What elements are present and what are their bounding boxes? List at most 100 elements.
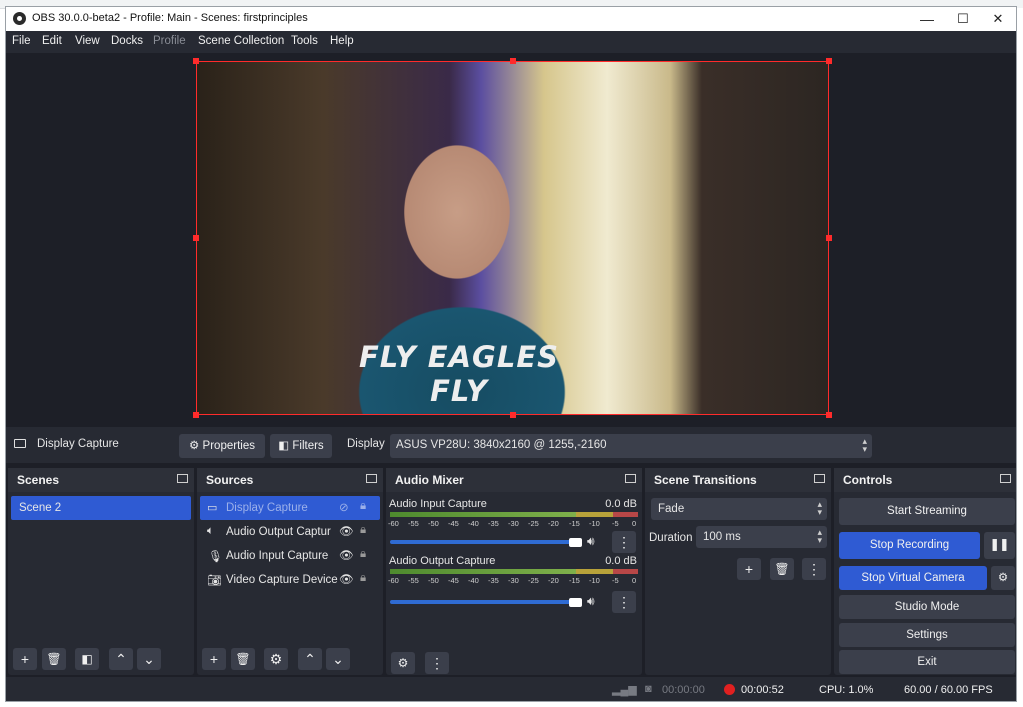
settings-button[interactable]: Settings <box>839 623 1015 647</box>
menu-tools[interactable]: Tools <box>291 35 318 47</box>
remove-transition-button[interactable]: 🗑 <box>770 558 794 580</box>
minimize-button[interactable]: — <box>910 7 944 31</box>
transition-menu-button[interactable]: ⋮ <box>802 558 826 580</box>
resize-handle-tl[interactable] <box>193 58 199 64</box>
remove-scene-button[interactable]: 🗑 <box>42 648 66 670</box>
duration-spinbox[interactable]: 100 ms ▴ ▾ <box>696 526 827 548</box>
controls-title: Controls <box>843 473 893 487</box>
undock-icon[interactable] <box>366 474 377 483</box>
mixer-channel-name: Audio Output Capture <box>389 555 496 567</box>
eye-hidden-icon[interactable]: ⊘ <box>339 500 349 514</box>
duration-value: 100 ms <box>703 531 741 543</box>
filters-button[interactable]: ◧ Filters <box>270 434 332 458</box>
menu-profile[interactable]: Profile <box>153 35 186 47</box>
resize-handle-r[interactable] <box>826 235 832 241</box>
obs-logo-icon <box>13 12 26 25</box>
lock-icon[interactable]: 🔒︎ <box>360 524 366 537</box>
remove-source-button[interactable]: 🗑 <box>231 648 255 670</box>
resize-handle-br[interactable] <box>826 412 832 418</box>
microphone-icon: 🎙︎ <box>208 551 223 563</box>
menu-file[interactable]: File <box>12 35 31 47</box>
display-label: Display <box>347 438 385 450</box>
lock-icon[interactable]: 🔒︎ <box>360 500 366 513</box>
stop-virtual-camera-button[interactable]: Stop Virtual Camera <box>839 566 987 590</box>
transition-select[interactable]: Fade ▴ ▾ <box>651 498 827 520</box>
volume-slider[interactable] <box>390 540 576 544</box>
window-title: OBS 30.0.0-beta2 - Profile: Main - Scene… <box>32 12 308 24</box>
preview-video-frame[interactable]: FLY EAGLES FLY <box>196 61 829 415</box>
stop-recording-button[interactable]: Stop Recording <box>839 532 980 559</box>
channel-menu-button[interactable]: ⋮ <box>612 591 636 613</box>
studio-mode-button[interactable]: Studio Mode <box>839 595 1015 619</box>
resize-handle-t[interactable] <box>510 58 516 64</box>
speaker-icon[interactable]: 🔊︎ <box>587 534 595 549</box>
volume-slider-knob[interactable] <box>569 538 582 547</box>
record-dot-icon <box>724 684 735 695</box>
add-source-button[interactable]: + <box>202 648 226 670</box>
speaker-icon[interactable]: 🔊︎ <box>587 594 595 609</box>
maximize-button[interactable]: ☐ <box>946 7 980 31</box>
lock-icon[interactable]: 🔒︎ <box>360 572 366 585</box>
source-item[interactable]: ▭ Display Capture ⊘ 🔒︎ <box>200 496 380 520</box>
move-source-down-button[interactable]: ⌄ <box>326 648 350 670</box>
undock-icon[interactable] <box>1000 474 1011 483</box>
stream-icon: ◙ <box>645 683 652 695</box>
eye-icon[interactable]: 👁︎ <box>339 524 354 538</box>
source-item-label: Audio Output Captur <box>226 526 331 538</box>
eye-icon[interactable]: 👁︎ <box>339 572 354 586</box>
undock-icon[interactable] <box>625 474 636 483</box>
move-source-up-button[interactable]: ⌃ <box>298 648 322 670</box>
menu-help[interactable]: Help <box>330 35 354 47</box>
lock-icon[interactable]: 🔒︎ <box>360 548 366 561</box>
undock-icon[interactable] <box>814 474 825 483</box>
add-scene-button[interactable]: + <box>13 648 37 670</box>
resize-handle-b[interactable] <box>510 412 516 418</box>
virtual-camera-settings-button[interactable]: ⚙ <box>991 566 1015 590</box>
menu-view[interactable]: View <box>75 35 100 47</box>
move-scene-up-button[interactable]: ⌃ <box>109 648 133 670</box>
add-transition-button[interactable]: + <box>737 558 761 580</box>
source-item[interactable]: 🔈︎ Audio Output Captur 👁︎ 🔒︎ <box>200 520 380 544</box>
volume-slider[interactable] <box>390 600 576 604</box>
display-select[interactable]: ASUS VP28U: 3840x2160 @ 1255,-2160 ▴ ▾ <box>390 434 872 458</box>
stream-time: 00:00:00 <box>662 684 705 696</box>
mixer-channel-level: 0.0 dB <box>605 498 637 510</box>
close-button[interactable]: ✕ <box>981 7 1015 31</box>
source-properties-button[interactable]: ⚙ <box>264 648 288 670</box>
filters-label: Filters <box>292 440 324 452</box>
source-item-label: Video Capture Device <box>226 574 338 586</box>
move-scene-down-button[interactable]: ⌄ <box>137 648 161 670</box>
updown-arrows-icon: ▴ ▾ <box>817 499 822 517</box>
monitor-icon: ▭ <box>207 502 218 514</box>
preview-area: FLY EAGLES FLY <box>6 53 1016 427</box>
channel-menu-button[interactable]: ⋮ <box>612 531 636 553</box>
resize-handle-l[interactable] <box>193 235 199 241</box>
menu-docks[interactable]: Docks <box>111 35 143 47</box>
mixer-menu-button[interactable]: ⋮ <box>425 652 449 674</box>
sources-dock-title: Sources <box>206 473 254 487</box>
volume-slider-knob[interactable] <box>569 598 582 607</box>
properties-button[interactable]: ⚙ Properties <box>179 434 265 458</box>
desktop-background-right <box>1016 8 1023 707</box>
filters-icon: ◧ <box>278 440 290 452</box>
scene-filters-button[interactable]: ◧ <box>75 648 99 670</box>
menu-edit[interactable]: Edit <box>42 35 62 47</box>
properties-label: Properties <box>202 440 255 452</box>
resize-handle-bl[interactable] <box>193 412 199 418</box>
source-item[interactable]: 🎙︎ Audio Input Capture 👁︎ 🔒︎ <box>200 544 380 568</box>
resize-handle-tr[interactable] <box>826 58 832 64</box>
undock-icon[interactable] <box>177 474 188 483</box>
source-item[interactable]: 📷︎ Video Capture Device 👁︎ 🔒︎ <box>200 568 380 592</box>
mixer-channel-level: 0.0 dB <box>605 555 637 567</box>
fps-readout: 60.00 / 60.00 FPS <box>904 684 993 696</box>
exit-button[interactable]: Exit <box>839 650 1015 674</box>
volume-meter <box>390 569 638 574</box>
start-streaming-button[interactable]: Start Streaming <box>839 498 1015 525</box>
eye-icon[interactable]: 👁︎ <box>339 548 354 562</box>
menu-scene-collection[interactable]: Scene Collection <box>198 35 284 47</box>
cpu-usage: CPU: 1.0% <box>819 684 874 696</box>
advanced-audio-properties-button[interactable]: ⚙ <box>391 652 415 674</box>
scene-item[interactable]: Scene 2 <box>11 496 191 520</box>
updown-arrows-icon: ▴ ▾ <box>862 436 867 454</box>
pause-recording-button[interactable]: ❚❚ <box>984 532 1015 559</box>
